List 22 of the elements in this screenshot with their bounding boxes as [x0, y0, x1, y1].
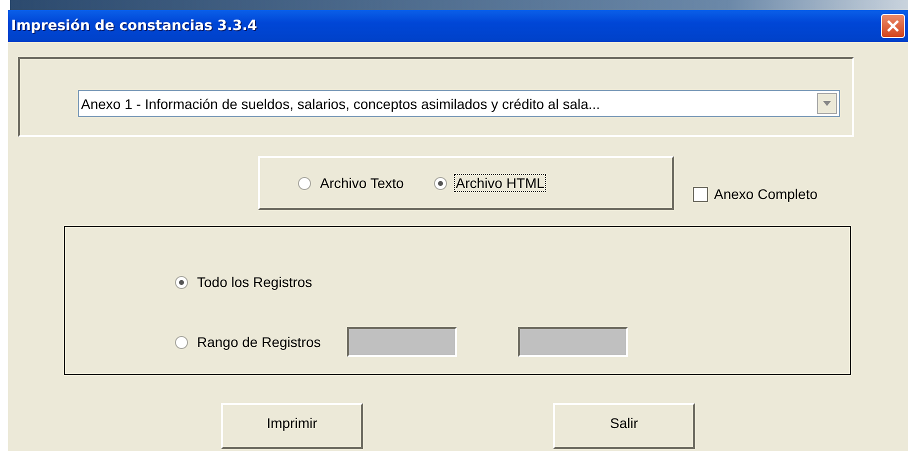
dialog-button[interactable]: Salir: [553, 403, 695, 449]
radio-label: Archivo Texto: [319, 174, 405, 192]
radio-button[interactable]: [434, 176, 447, 190]
window-title: Impresión de constancias 3.3.4: [11, 18, 258, 34]
radio-option[interactable]: Archivo HTML: [434, 174, 546, 192]
checkbox-option[interactable]: Anexo Completo: [693, 186, 818, 202]
radio-button[interactable]: [175, 276, 188, 288]
radio-option[interactable]: Todo los Registros: [175, 273, 314, 291]
radio-button[interactable]: [175, 336, 188, 348]
radio-label: Archivo HTML: [454, 174, 546, 192]
radio-label: Todo los Registros: [196, 273, 314, 291]
checkbox-label: Anexo Completo: [714, 186, 818, 202]
checkbox[interactable]: [693, 186, 708, 202]
annex-dropdown[interactable]: Anexo 1 - Información de sueldos, salarios, conceptos asimilados y crédito al sala...: [78, 90, 840, 117]
close-button[interactable]: [881, 14, 905, 38]
close-icon: [887, 20, 899, 32]
dropdown-button[interactable]: [817, 93, 837, 114]
caret-icon: [823, 101, 831, 106]
dropdown-value: Anexo 1 - Información de sueldos, salarios, conceptos asimilados y crédito al sala...: [81, 96, 602, 112]
dialog-button[interactable]: Imprimir: [221, 403, 363, 449]
radio-button[interactable]: [298, 176, 311, 190]
radio-option[interactable]: Archivo Texto: [298, 174, 406, 192]
